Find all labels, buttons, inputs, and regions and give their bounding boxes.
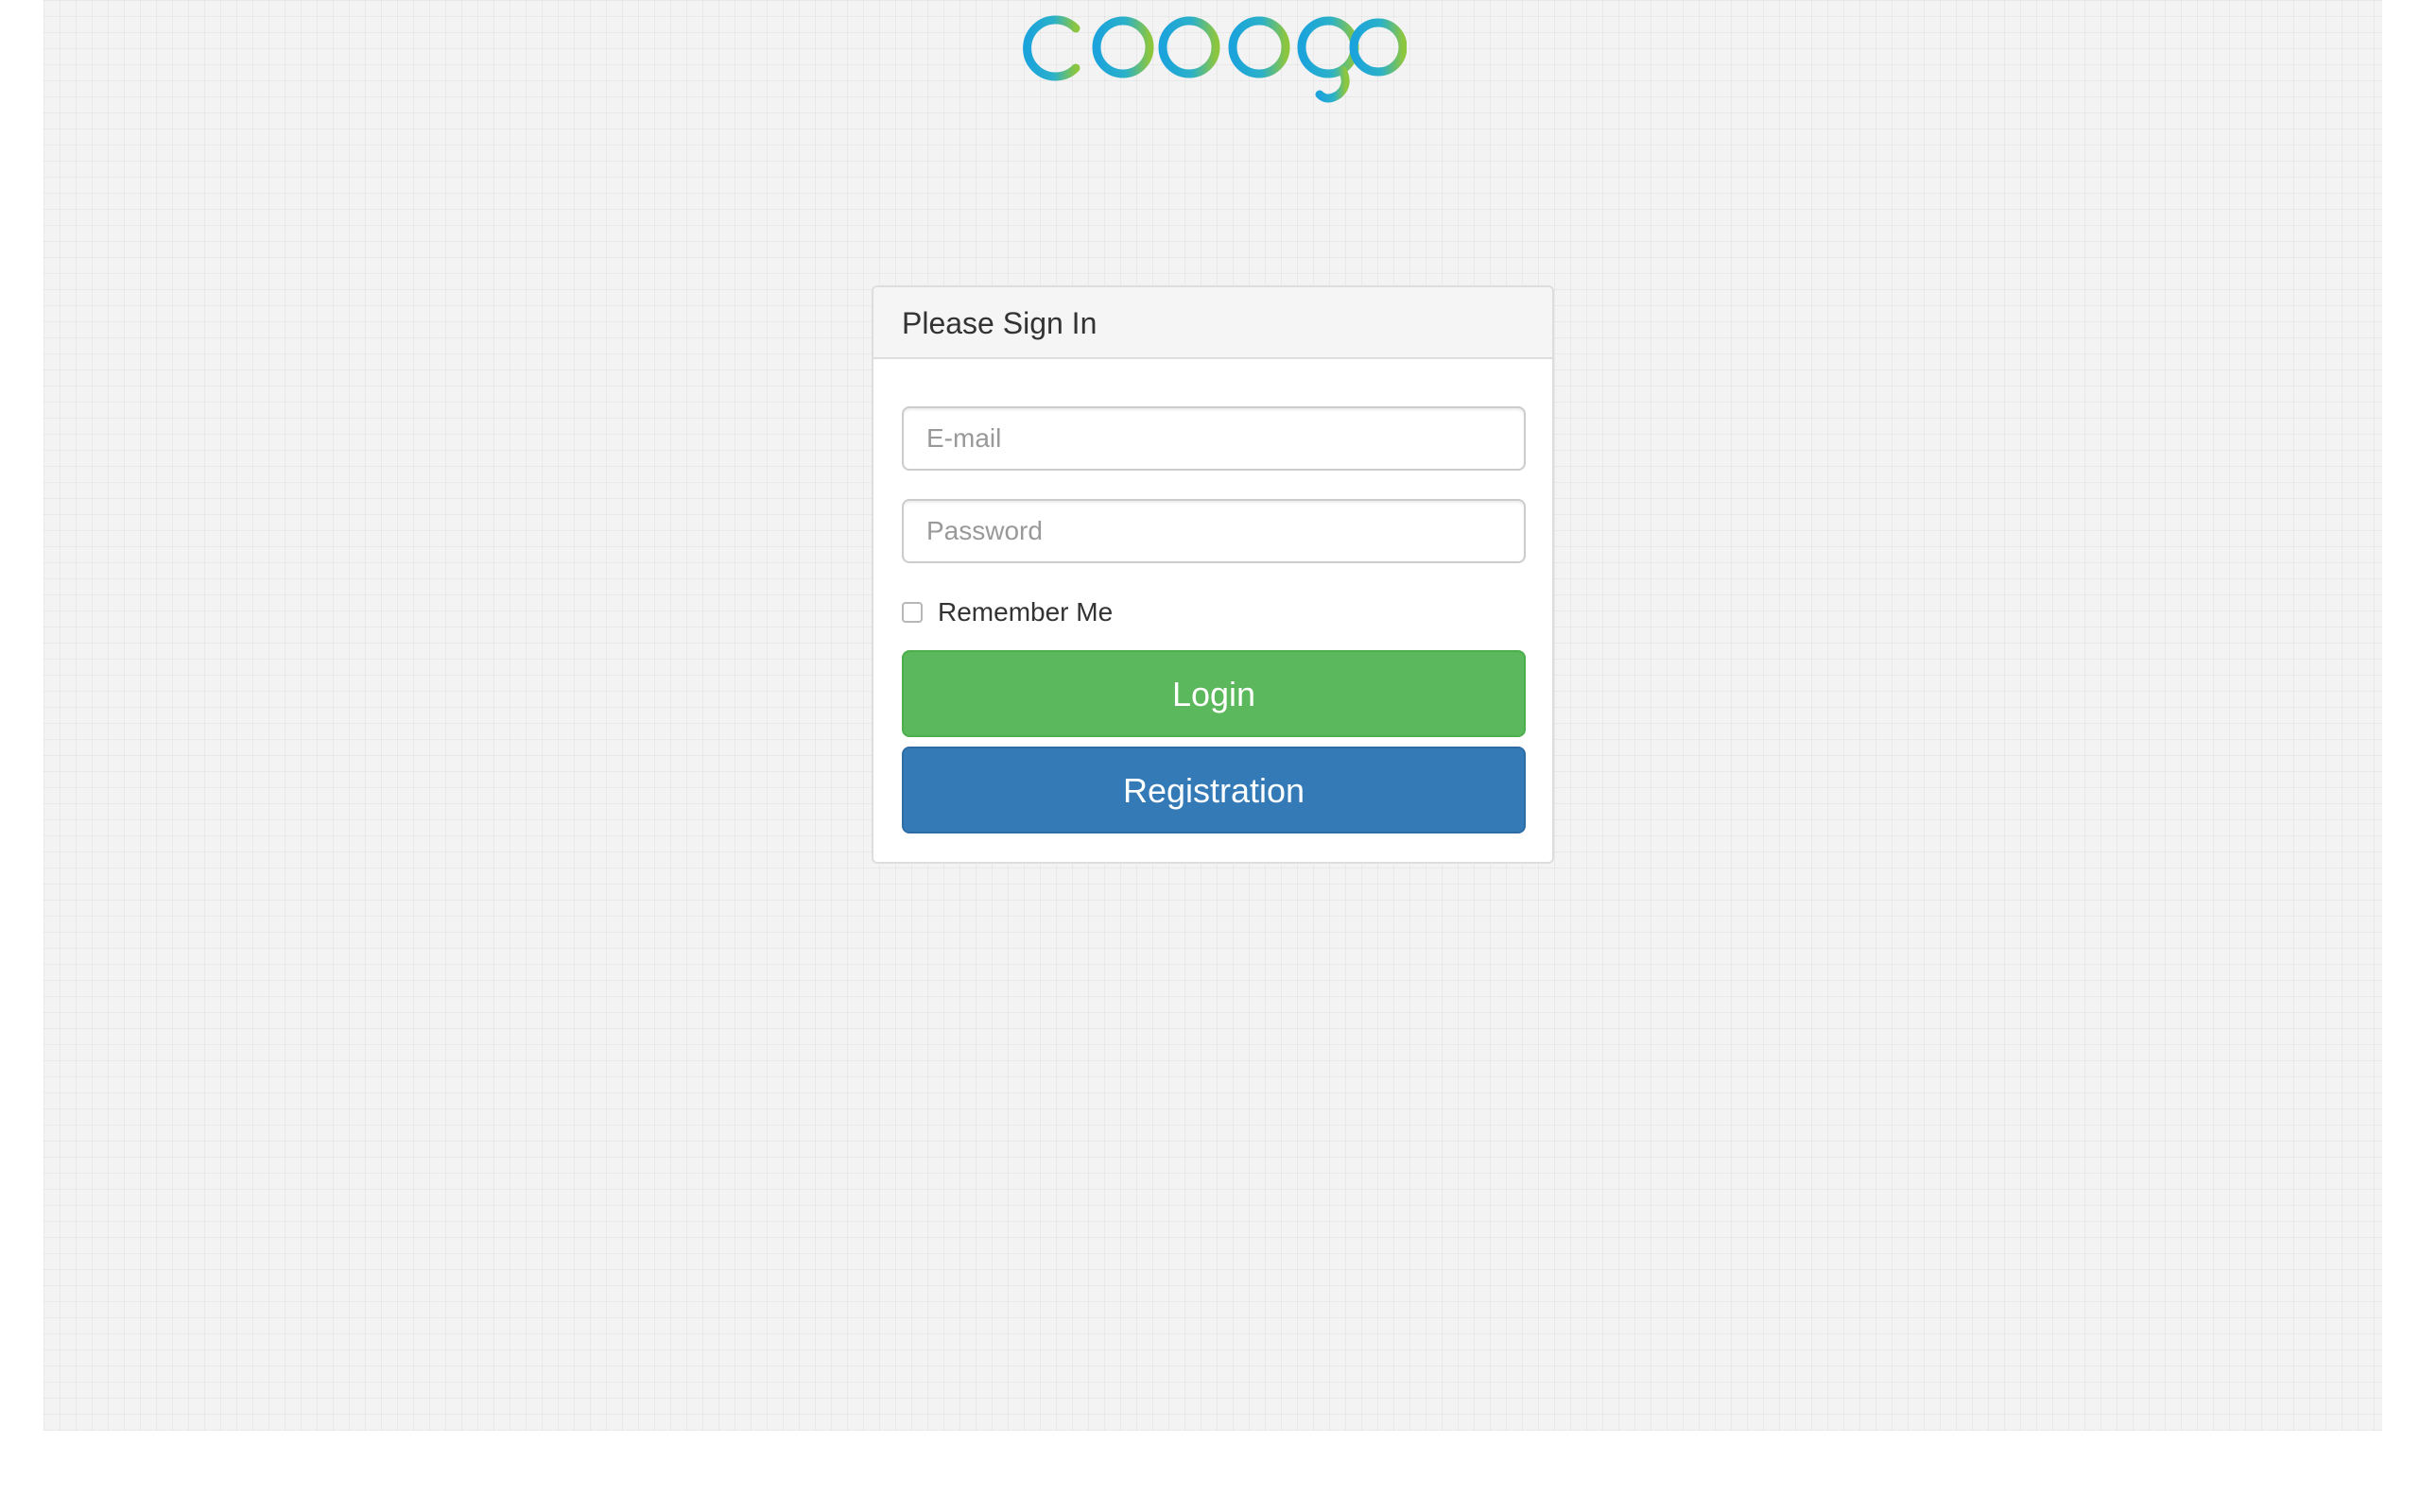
- login-button[interactable]: Login: [902, 650, 1526, 737]
- remember-me-row: Remember Me: [902, 593, 1524, 631]
- signin-panel: Please Sign In Remember Me Login Registr…: [872, 285, 1554, 864]
- codago-logo: codago: [1021, 0, 1407, 104]
- email-input[interactable]: [902, 406, 1526, 471]
- remember-me-label[interactable]: Remember Me: [938, 597, 1113, 627]
- panel-body: Remember Me Login Registration: [873, 359, 1552, 862]
- panel-heading: Please Sign In: [873, 287, 1552, 359]
- password-input[interactable]: [902, 499, 1526, 563]
- registration-button[interactable]: Registration: [902, 747, 1526, 833]
- remember-me-checkbox[interactable]: [902, 602, 923, 623]
